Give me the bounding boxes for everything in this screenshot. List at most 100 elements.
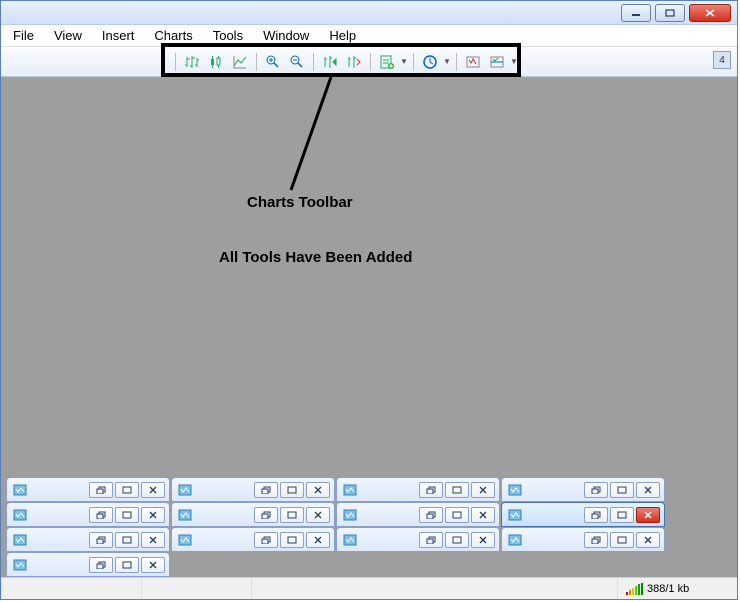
child-maximize-button[interactable] xyxy=(610,507,634,523)
status-cell xyxy=(141,578,251,599)
child-close-button[interactable] xyxy=(636,532,660,548)
child-close-button[interactable] xyxy=(306,532,330,548)
child-maximize-button[interactable] xyxy=(610,532,634,548)
chart-window-icon xyxy=(11,533,29,547)
indicators-icon[interactable] xyxy=(376,51,398,73)
child-maximize-button[interactable] xyxy=(115,482,139,498)
menu-file[interactable]: File xyxy=(13,28,34,43)
chart-window-icon xyxy=(11,508,29,522)
child-close-button[interactable] xyxy=(471,507,495,523)
shift-end-icon[interactable] xyxy=(486,51,508,73)
chart-window-icon xyxy=(341,533,359,547)
minimized-chart-window[interactable] xyxy=(501,527,665,552)
child-restore-button[interactable] xyxy=(89,532,113,548)
child-restore-button[interactable] xyxy=(584,482,608,498)
separator-icon xyxy=(456,53,457,71)
minimize-button[interactable] xyxy=(621,4,651,22)
child-maximize-button[interactable] xyxy=(445,532,469,548)
chart-window-icon xyxy=(176,483,194,497)
child-close-button[interactable] xyxy=(471,532,495,548)
child-close-button[interactable] xyxy=(636,507,660,523)
notification-badge[interactable]: 4 xyxy=(713,51,731,69)
child-maximize-button[interactable] xyxy=(445,507,469,523)
child-restore-button[interactable] xyxy=(254,532,278,548)
separator-icon xyxy=(413,53,414,71)
minimized-chart-window[interactable] xyxy=(171,502,335,527)
menu-view[interactable]: View xyxy=(54,28,82,43)
child-maximize-button[interactable] xyxy=(115,507,139,523)
zoom-in-icon[interactable] xyxy=(262,51,284,73)
child-restore-button[interactable] xyxy=(89,482,113,498)
chart-window-icon xyxy=(341,508,359,522)
child-restore-button[interactable] xyxy=(254,507,278,523)
chart-shift-icon[interactable] xyxy=(343,51,365,73)
periodicity-dropdown[interactable]: ▼ xyxy=(442,51,452,73)
templates-icon[interactable] xyxy=(462,51,484,73)
minimized-chart-window[interactable] xyxy=(336,502,500,527)
maximize-button[interactable] xyxy=(655,4,685,22)
minimized-chart-window[interactable] xyxy=(501,477,665,502)
annotation-label-2: All Tools Have Been Added xyxy=(219,249,412,266)
child-maximize-button[interactable] xyxy=(280,507,304,523)
bar-chart-icon[interactable] xyxy=(181,51,203,73)
child-restore-button[interactable] xyxy=(584,507,608,523)
child-restore-button[interactable] xyxy=(254,482,278,498)
child-maximize-button[interactable] xyxy=(115,557,139,573)
minimized-chart-window[interactable] xyxy=(336,527,500,552)
chart-window-icon xyxy=(506,508,524,522)
menu-insert[interactable]: Insert xyxy=(102,28,135,43)
minimized-chart-window[interactable] xyxy=(6,527,170,552)
shift-end-dropdown[interactable]: ▼ xyxy=(509,51,519,73)
child-restore-button[interactable] xyxy=(584,532,608,548)
child-close-button[interactable] xyxy=(141,482,165,498)
child-close-button[interactable] xyxy=(636,482,660,498)
minimized-chart-window[interactable] xyxy=(336,477,500,502)
separator-icon xyxy=(256,53,257,71)
close-button[interactable] xyxy=(689,4,731,22)
menu-help[interactable]: Help xyxy=(329,28,356,43)
minimized-chart-window[interactable] xyxy=(6,502,170,527)
child-restore-button[interactable] xyxy=(419,482,443,498)
menu-charts[interactable]: Charts xyxy=(154,28,192,43)
auto-scroll-icon[interactable] xyxy=(319,51,341,73)
minimized-chart-window[interactable] xyxy=(171,477,335,502)
child-maximize-button[interactable] xyxy=(280,532,304,548)
child-restore-button[interactable] xyxy=(419,532,443,548)
minimized-chart-window[interactable] xyxy=(171,527,335,552)
periodicity-icon[interactable] xyxy=(419,51,441,73)
child-close-button[interactable] xyxy=(306,482,330,498)
annotation-label-1: Charts Toolbar xyxy=(247,194,353,211)
child-maximize-button[interactable] xyxy=(445,482,469,498)
annotation-pointer-line xyxy=(281,77,341,192)
chart-window-icon xyxy=(506,533,524,547)
chart-window-icon xyxy=(176,508,194,522)
separator-icon xyxy=(313,53,314,71)
line-chart-icon[interactable] xyxy=(229,51,251,73)
minimized-chart-window[interactable] xyxy=(6,552,170,577)
zoom-out-icon[interactable] xyxy=(286,51,308,73)
minimized-chart-window[interactable] xyxy=(6,477,170,502)
toolbar-grip xyxy=(175,53,176,71)
indicators-dropdown[interactable]: ▼ xyxy=(399,51,409,73)
minimized-chart-window[interactable] xyxy=(501,502,665,527)
connection-speed: 388/1 kb xyxy=(647,583,689,595)
child-restore-button[interactable] xyxy=(89,507,113,523)
child-restore-button[interactable] xyxy=(419,507,443,523)
child-close-button[interactable] xyxy=(141,507,165,523)
child-maximize-button[interactable] xyxy=(610,482,634,498)
menu-window[interactable]: Window xyxy=(263,28,309,43)
connection-status: 388/1 kb xyxy=(617,578,737,599)
child-maximize-button[interactable] xyxy=(115,532,139,548)
child-maximize-button[interactable] xyxy=(280,482,304,498)
status-cell xyxy=(1,578,141,599)
candlestick-icon[interactable] xyxy=(205,51,227,73)
child-close-button[interactable] xyxy=(141,557,165,573)
child-close-button[interactable] xyxy=(471,482,495,498)
chart-window-icon xyxy=(11,483,29,497)
child-close-button[interactable] xyxy=(141,532,165,548)
separator-icon xyxy=(370,53,371,71)
child-restore-button[interactable] xyxy=(89,557,113,573)
child-close-button[interactable] xyxy=(306,507,330,523)
menu-tools[interactable]: Tools xyxy=(213,28,243,43)
status-bar: 388/1 kb xyxy=(1,577,737,599)
